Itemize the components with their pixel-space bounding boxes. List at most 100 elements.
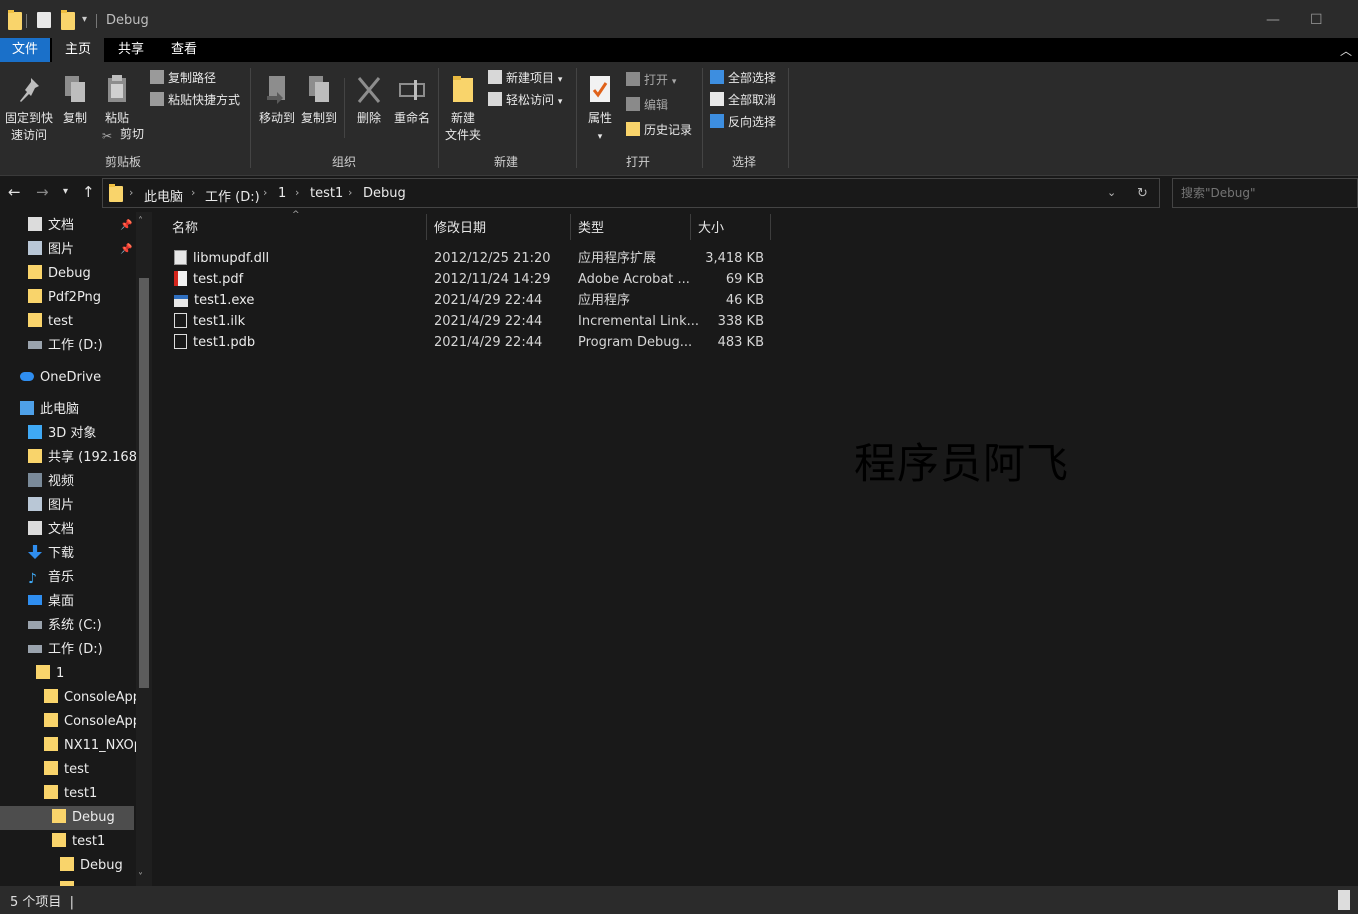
column-divider[interactable] [690,214,691,240]
nav-item-pictures-2[interactable]: 图片 [28,494,74,518]
nav-item-share[interactable]: 共享 (192.168.1 [28,446,136,470]
up-arrow-icon[interactable]: ↑ [82,183,95,201]
new-item-button[interactable]: 新建项目 ▾ [488,68,562,88]
properties-quick-icon[interactable] [37,12,51,28]
status-bar: 5 个项目 | [0,886,1358,914]
history-button[interactable]: 历史记录 [626,120,692,140]
minimize-button[interactable]: — [1266,12,1280,28]
back-arrow-icon[interactable]: ← [8,183,21,201]
tab-view[interactable]: 查看 [158,38,210,62]
nav-item-3d-objects[interactable]: 3D 对象 [28,422,96,446]
nav-item-drive-d[interactable]: 工作 (D:) [28,334,103,358]
nav-item-desktop[interactable]: 桌面 [28,590,74,614]
nav-item-downloads[interactable]: 下载 [28,542,74,566]
search-box[interactable] [1172,178,1358,208]
breadcrumb-this-pc[interactable]: 此电脑 [144,186,183,205]
file-row[interactable]: test.pdf 2012/11/24 14:29 Adobe Acrobat … [170,269,770,290]
forward-arrow-icon[interactable]: → [36,183,49,201]
delete-button[interactable]: 删除 [354,74,384,127]
column-divider[interactable] [570,214,571,240]
nav-item-partial[interactable] [60,878,80,886]
copy-button[interactable]: 复制 [60,74,90,127]
file-row[interactable]: test1.ilk 2021/4/29 22:44 Incremental Li… [170,311,770,332]
tab-share[interactable]: 共享 [106,38,156,62]
column-header-type[interactable]: 类型 [578,216,604,242]
address-history-chevron-icon[interactable]: ⌄ [1107,186,1116,199]
nav-item-onedrive[interactable]: OneDrive [20,366,101,390]
pin-icon[interactable]: 📌 [120,244,132,255]
new-folder-quick-icon[interactable] [61,10,75,30]
nav-item-videos[interactable]: 视频 [28,470,74,494]
select-all-button[interactable]: 全部选择 [710,68,776,88]
pin-icon[interactable]: 📌 [120,220,132,231]
select-none-button[interactable]: 全部取消 [710,90,776,110]
tab-file[interactable]: 文件 [0,38,50,62]
document-icon [28,521,42,535]
file-row[interactable]: test1.pdb 2021/4/29 22:44 Program Debug.… [170,332,770,353]
pin-label-2: 速访问 [10,128,47,142]
recent-locations-chevron-icon[interactable]: ▾ [63,186,68,197]
copy-to-button[interactable]: 复制到 [300,74,338,127]
open-button[interactable]: 打开 ▾ [626,70,676,90]
rename-button[interactable]: 重命名 [392,74,432,127]
file-row[interactable]: test1.exe 2021/4/29 22:44 应用程序 46 KB [170,290,770,311]
nav-item-debug-selected[interactable]: Debug [0,806,134,830]
nav-item-this-pc[interactable]: 此电脑 [20,398,79,422]
nav-item-documents[interactable]: 文档 [28,214,74,238]
pin-quick-access-button[interactable]: 固定到快 速访问 [4,74,54,144]
nav-item-drive-d-2[interactable]: 工作 (D:) [28,638,103,662]
copy-path-button[interactable]: 复制路径 [150,68,216,88]
column-header-name[interactable]: 名称 [172,216,198,242]
nav-item-nx11[interactable]: NX11_NXOp [44,734,136,758]
scroll-up-icon[interactable]: ˄ [138,216,143,227]
file-date: 2012/12/25 21:20 [434,251,551,266]
tab-home[interactable]: 主页 [52,38,104,62]
easy-access-button[interactable]: 轻松访问 ▾ [488,90,562,110]
scroll-down-icon[interactable]: ˅ [138,872,143,883]
nav-item-documents-2[interactable]: 文档 [28,518,74,542]
properties-button[interactable]: 属性 ▾ [584,74,616,146]
nav-item-test[interactable]: test [28,310,73,334]
move-to-button[interactable]: 移动到 [258,74,296,127]
details-view-button[interactable] [1338,890,1350,910]
title-bar: ▾ Debug — ☐ [0,0,1358,38]
column-header-date[interactable]: 修改日期 [434,216,486,242]
invert-selection-button[interactable]: 反向选择 [710,112,776,132]
maximize-button[interactable]: ☐ [1310,12,1323,28]
nav-item-test1[interactable]: test1 [44,782,97,806]
column-divider[interactable] [770,214,771,240]
breadcrumb-1[interactable]: 1 [278,186,286,201]
new-folder-button[interactable]: 新建 文件夹 [444,74,482,144]
file-name-cell: libmupdf.dll [174,248,269,269]
copy-to-icon [309,76,329,102]
column-header-size[interactable]: 大小 [698,216,724,242]
nav-item-consoleapp-1[interactable]: ConsoleApp [44,686,136,710]
breadcrumb-drive-d[interactable]: 工作 (D:) [205,186,260,205]
nav-item-drive-c[interactable]: 系统 (C:) [28,614,102,638]
nav-item-consoleapp-2[interactable]: ConsoleApp [44,710,136,734]
customize-toolbar-icon[interactable]: ▾ [82,14,87,32]
breadcrumb-debug[interactable]: Debug [363,186,406,201]
refresh-icon[interactable]: ↻ [1137,186,1148,201]
nav-item-pictures[interactable]: 图片 [28,238,74,262]
paste-button[interactable]: 粘贴 [102,74,132,127]
column-divider[interactable] [426,214,427,240]
nav-item-folder-1[interactable]: 1 [36,662,64,686]
scrollbar-thumb[interactable] [139,278,149,688]
address-bar[interactable]: › 此电脑 › 工作 (D:) › 1 › test1 › Debug ⌄ ↻ [102,178,1160,208]
collapse-ribbon-icon[interactable]: ︿ [1340,42,1352,59]
nav-item-pdf2png[interactable]: Pdf2Png [28,286,101,310]
folder-icon [28,449,42,463]
nav-scrollbar[interactable]: ˄ ˅ [136,212,152,886]
edit-button[interactable]: 编辑 [626,95,668,115]
nav-item-test-2[interactable]: test [44,758,89,782]
search-input[interactable] [1173,179,1353,207]
breadcrumb-test1[interactable]: test1 [310,186,343,201]
nav-item-test1-2[interactable]: test1 [52,830,105,854]
file-row[interactable]: libmupdf.dll 2012/12/25 21:20 应用程序扩展 3,4… [170,248,770,269]
paste-shortcut-button[interactable]: 粘贴快捷方式 [150,90,240,110]
nav-item-music[interactable]: ♪ 音乐 [28,566,74,590]
nav-item-debug-2[interactable]: Debug [60,854,123,878]
nav-item-debug[interactable]: Debug [28,262,91,286]
cut-button[interactable]: ✂ 剪切 [102,124,144,144]
